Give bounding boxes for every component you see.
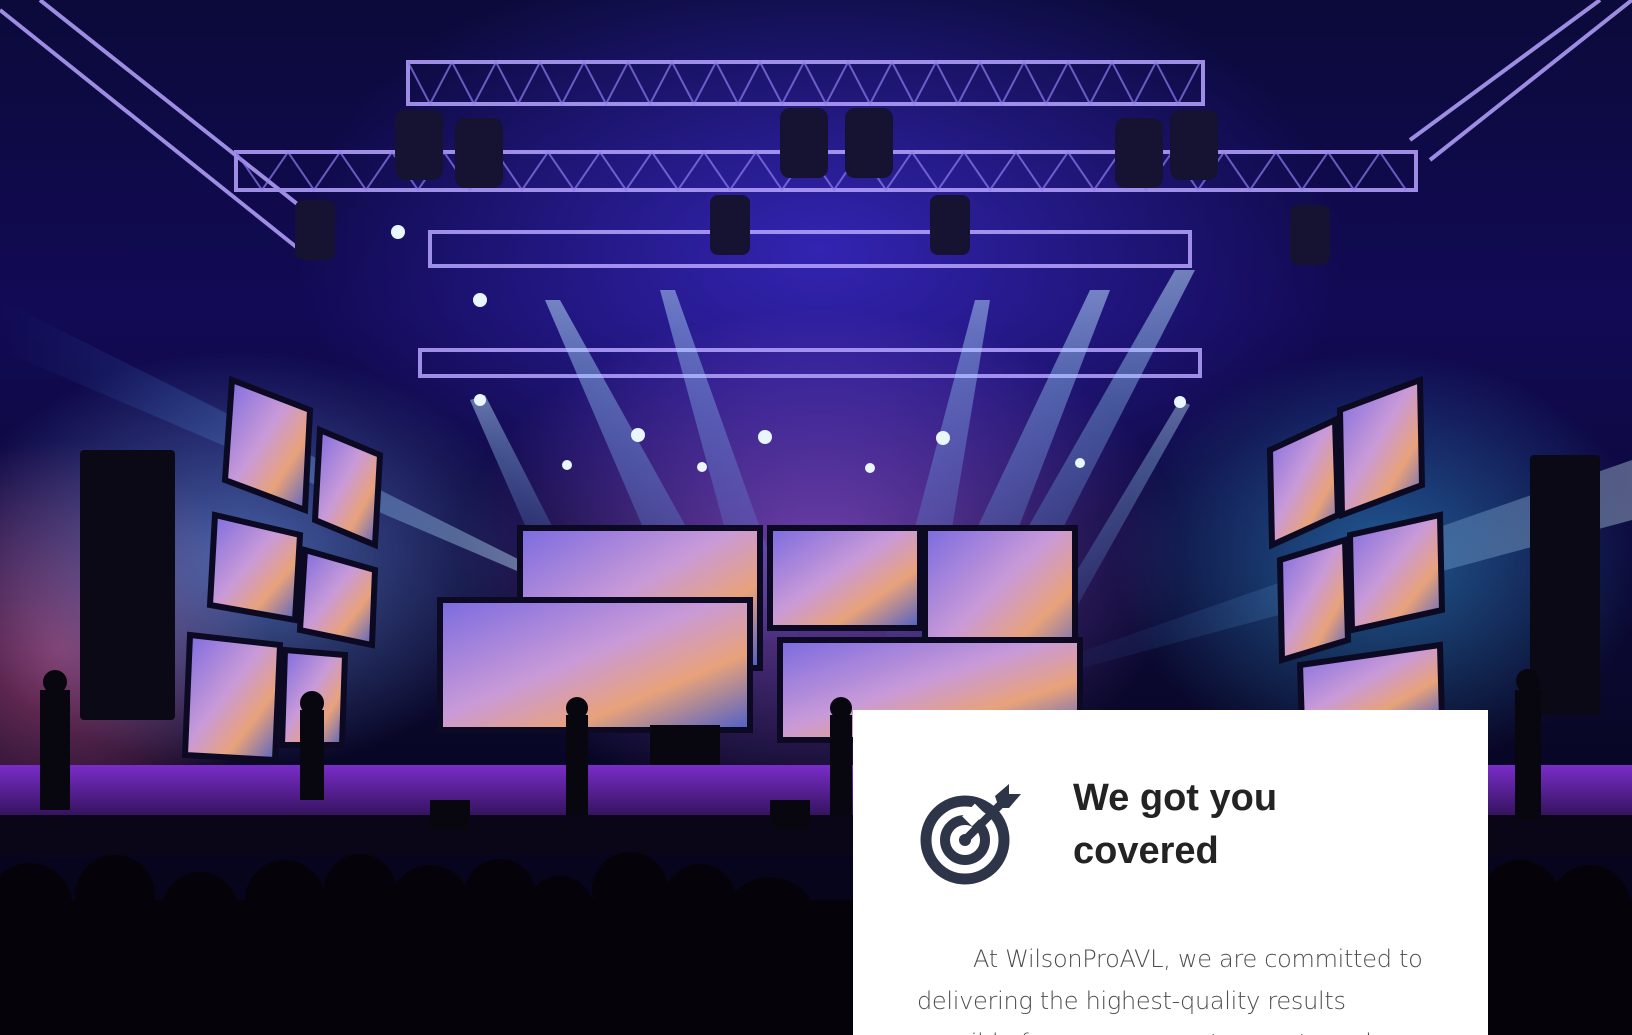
feature-card-header: We got you covered (917, 772, 1424, 888)
feature-card-body: At WilsonProAVL, we are committed to del… (917, 945, 1423, 1035)
stage-light-fixtures (295, 108, 1330, 265)
target-arrow-icon (920, 784, 1021, 885)
led-screens (181, 375, 1446, 764)
feature-card: We got you covered At WilsonProAVL, we a… (853, 710, 1488, 1035)
feature-card-title: We got you covered (1073, 777, 1278, 872)
lighting-truss (0, 0, 1632, 378)
